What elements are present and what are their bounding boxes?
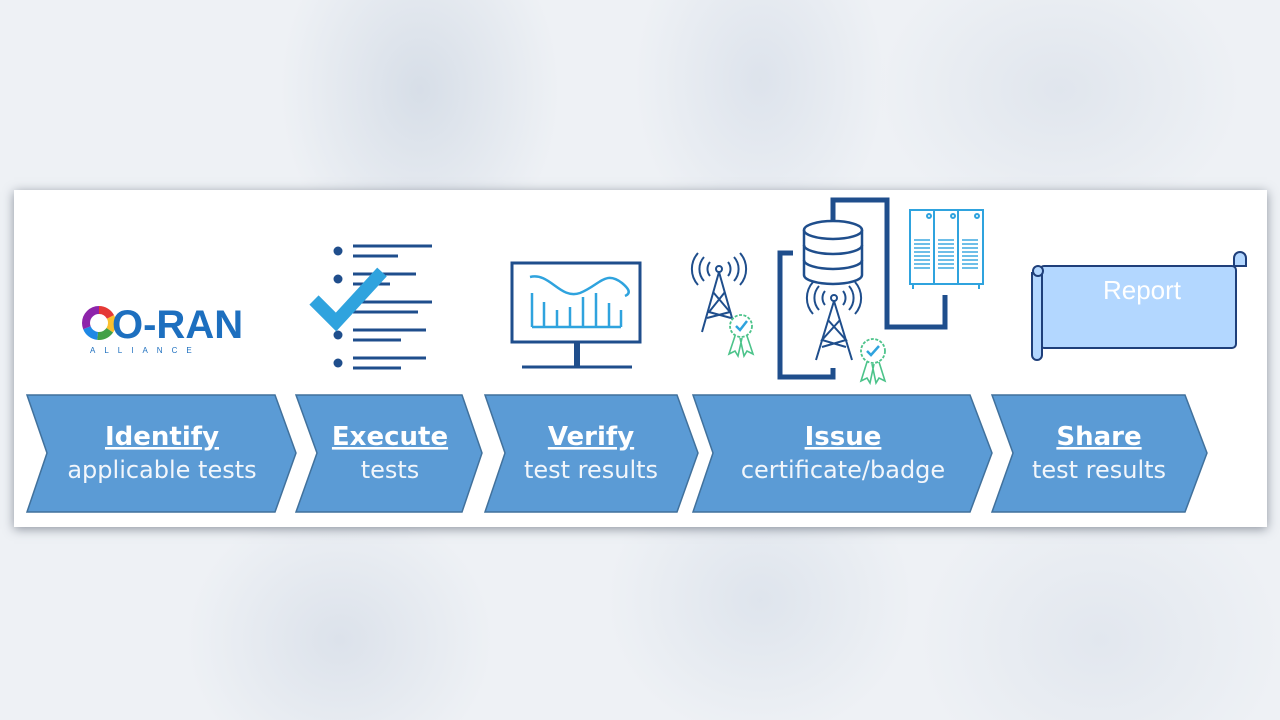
step-title: Verify <box>548 422 634 452</box>
checkmark-icon <box>309 267 387 332</box>
step-subtitle: certificate/badge <box>741 456 945 484</box>
server-rack-icon <box>909 209 984 289</box>
step-title: Share <box>1056 422 1141 452</box>
monitor-chart-icon <box>510 261 642 369</box>
step-title: Issue <box>805 422 882 452</box>
antenna-tower-icon <box>805 281 863 361</box>
process-diagram: O-RAN ALLIANCE Report Identify applicabl… <box>25 197 1247 513</box>
step-subtitle: tests <box>361 456 420 484</box>
report-label: Report <box>1103 275 1182 305</box>
step-verify[interactable]: Verify test results <box>483 394 699 513</box>
badge-icon <box>727 314 755 359</box>
badge-icon <box>859 338 887 386</box>
step-title: Execute <box>332 422 448 452</box>
step-subtitle: test results <box>524 456 658 484</box>
step-execute[interactable]: Execute tests <box>294 394 483 513</box>
step-issue[interactable]: Issue certificate/badge <box>691 394 993 513</box>
report-scroll-icon: Report <box>1031 251 1247 361</box>
checklist-icon <box>309 244 432 370</box>
oran-ring-icon <box>82 306 116 340</box>
step-subtitle: applicable tests <box>67 456 256 484</box>
step-title: Identify <box>105 422 219 452</box>
database-icon <box>802 219 864 286</box>
step-subtitle: test results <box>1032 456 1166 484</box>
certified-towers-icon <box>690 197 984 386</box>
oran-logo-text: O-RAN <box>112 303 243 347</box>
step-share[interactable]: Share test results <box>990 394 1208 513</box>
oran-logo: O-RAN ALLIANCE <box>82 303 243 355</box>
oran-logo-subtitle: ALLIANCE <box>90 346 201 355</box>
process-steps: Identify applicable tests Execute tests … <box>25 394 1208 513</box>
step-identify[interactable]: Identify applicable tests <box>25 394 297 513</box>
